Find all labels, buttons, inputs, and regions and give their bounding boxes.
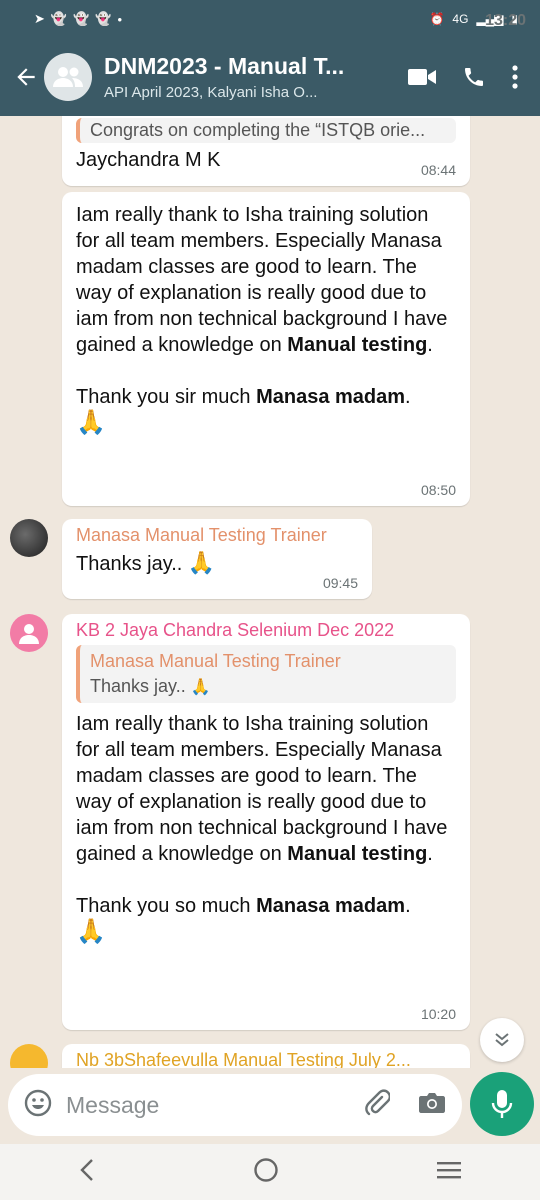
mic-button[interactable] — [470, 1072, 534, 1136]
sender-avatar[interactable] — [10, 1044, 48, 1068]
chat-title: DNM2023 - Manual T... — [104, 53, 345, 79]
nav-back-icon[interactable] — [78, 1158, 96, 1187]
message-text-part: . — [427, 334, 433, 356]
message-time: 09:45 — [322, 575, 358, 591]
nav-home-icon[interactable] — [253, 1157, 279, 1188]
message-text-part: . — [405, 895, 411, 917]
sender-avatar[interactable] — [10, 614, 48, 652]
status-time: 13:20 — [485, 12, 526, 29]
message-bubble[interactable]: Nb 3bShafeevulla Manual Testing July 2..… — [62, 1044, 470, 1068]
network-label: 4G — [452, 12, 469, 26]
praying-hands-icon: 🙏 — [76, 918, 106, 945]
sender-name[interactable]: Nb 3bShafeevulla Manual Testing July 2..… — [76, 1050, 456, 1068]
person-icon — [19, 624, 39, 644]
message-text-part: Thanks jay.. — [76, 553, 183, 575]
message-text-part: . — [427, 843, 433, 865]
message-time: 10:20 — [420, 1006, 456, 1022]
group-icon — [53, 67, 83, 87]
emoji-icon[interactable] — [24, 1089, 52, 1122]
praying-hands-icon: 🙏 — [187, 550, 216, 575]
message-bubble[interactable]: Congrats on completing the “ISTQB orie..… — [62, 116, 470, 186]
chat-subtitle: API April 2023, Kalyani Isha O... — [104, 84, 318, 101]
message-text: Thanks jay.. 🙏 — [76, 550, 358, 577]
message-bubble[interactable]: KB 2 Jaya Chandra Selenium Dec 2022 Mana… — [62, 614, 470, 1030]
scroll-down-icon[interactable] — [480, 1018, 524, 1062]
snapchat-icon-3: 👻 — [95, 11, 112, 26]
bold-text: Manual testing — [287, 843, 428, 865]
alarm-icon: ⏰ — [429, 12, 445, 26]
quoted-text-part: Thanks jay.. — [90, 676, 186, 696]
snapchat-icon-2: 👻 — [73, 11, 90, 26]
message-text: Iam really thank to Isha training soluti… — [76, 198, 456, 437]
bold-text: Manual testing — [287, 334, 428, 356]
notification-icons: ➤ 👻 👻 👻 • — [34, 11, 122, 27]
quoted-text: Thanks jay.. 🙏 — [90, 676, 446, 697]
message-input[interactable]: Message — [66, 1092, 364, 1119]
quoted-message[interactable]: Manasa Manual Testing Trainer Thanks jay… — [76, 645, 456, 703]
message-time: 08:50 — [420, 482, 456, 498]
message-text: Jaychandra M K — [76, 149, 221, 171]
bold-text: Manasa madam — [256, 386, 406, 408]
snapchat-icon: 👻 — [50, 11, 68, 26]
quoted-sender: Manasa Manual Testing Trainer — [90, 651, 341, 671]
phone-icon[interactable] — [462, 65, 486, 89]
praying-hands-icon: 🙏 — [76, 409, 106, 436]
back-arrow-icon[interactable] — [8, 64, 44, 90]
message-bubble[interactable]: Iam really thank to Isha training soluti… — [62, 192, 470, 506]
quoted-message[interactable]: Congrats on completing the “ISTQB orie..… — [76, 118, 456, 143]
sender-name[interactable]: Manasa Manual Testing Trainer — [76, 525, 358, 546]
nav-recents-icon[interactable] — [436, 1160, 462, 1185]
quoted-text: Congrats on completing the “ISTQB orie..… — [90, 120, 426, 140]
message-text: Iam really thank to Isha training soluti… — [76, 711, 456, 946]
camera-icon[interactable] — [418, 1091, 446, 1120]
sender-avatar[interactable] — [10, 519, 48, 557]
dot-icon: • — [117, 11, 123, 27]
message-input-box[interactable]: Message — [8, 1074, 462, 1136]
telegram-icon: ➤ — [34, 11, 45, 26]
message-bubble[interactable]: Manasa Manual Testing Trainer Thanks jay… — [62, 519, 372, 599]
message-text-part: . — [405, 386, 411, 408]
sender-name[interactable]: KB 2 Jaya Chandra Selenium Dec 2022 — [76, 620, 456, 641]
message-text-part: Thank you sir much — [76, 386, 257, 408]
system-nav-bar — [0, 1144, 540, 1200]
message-composer: Message — [0, 1068, 540, 1144]
more-options-icon[interactable] — [512, 65, 518, 89]
message-text-part: Thank you so much — [76, 895, 257, 917]
mic-icon — [491, 1090, 513, 1118]
attach-icon[interactable] — [364, 1088, 392, 1122]
group-avatar[interactable] — [44, 53, 92, 101]
chat-header: DNM2023 - Manual T... API April 2023, Ka… — [0, 38, 540, 116]
chat-area[interactable]: Congrats on completing the “ISTQB orie..… — [0, 116, 540, 1068]
message-time: 08:44 — [420, 162, 456, 178]
praying-hands-icon: 🙏 — [190, 679, 211, 696]
status-bar: 13:20 ➤ 👻 👻 👻 • ⏰ 4G ▂▄▆ ▮ — [0, 0, 540, 38]
chat-title-area[interactable]: DNM2023 - Manual T... API April 2023, Ka… — [104, 53, 408, 101]
video-call-icon[interactable] — [408, 67, 436, 87]
bold-text: Manasa madam — [256, 895, 406, 917]
